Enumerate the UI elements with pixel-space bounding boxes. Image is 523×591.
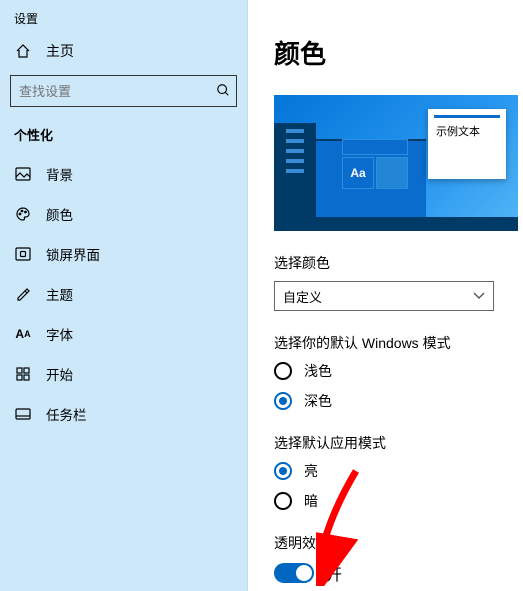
theme-icon: [14, 286, 32, 302]
choose-color-value: 自定义: [283, 287, 322, 306]
sidebar-item-label: 锁屏界面: [46, 244, 100, 264]
home-link[interactable]: 主页: [0, 31, 247, 71]
radio-label: 亮: [304, 461, 318, 481]
sidebar-item-label: 任务栏: [46, 404, 87, 424]
sidebar-item-label: 开始: [46, 364, 73, 384]
windows-mode-dark[interactable]: 深色: [274, 391, 523, 411]
color-preview: Aa 示例文本: [274, 95, 518, 231]
start-icon: [14, 367, 32, 381]
preview-window: 示例文本: [428, 109, 506, 179]
page-title: 颜色: [274, 34, 523, 71]
radio-label: 浅色: [304, 361, 332, 381]
search-container: [10, 75, 237, 107]
app-mode-label: 选择默认应用模式: [274, 433, 523, 453]
font-icon: AA: [14, 327, 32, 341]
radio-label: 暗: [304, 491, 318, 511]
home-icon: [14, 43, 32, 59]
sidebar-item-taskbar[interactable]: 任务栏: [0, 394, 247, 434]
picture-icon: [14, 167, 32, 181]
sidebar-item-label: 主题: [46, 284, 73, 304]
transparency-state: 开: [326, 561, 342, 585]
category-label: 个性化: [0, 117, 247, 154]
main-content: 颜色 Aa 示例文本 选择颜色 自定义 选择你的默认 Windows 模式: [248, 0, 523, 591]
search-input[interactable]: [11, 84, 210, 99]
preview-accent-tile: Aa: [342, 157, 374, 189]
sidebar-item-colors[interactable]: 颜色: [0, 194, 247, 234]
app-title: 设置: [0, 8, 247, 31]
radio-icon-checked: [274, 392, 292, 410]
home-label: 主页: [46, 41, 74, 61]
transparency-label: 透明效果: [274, 533, 523, 553]
sidebar-item-label: 字体: [46, 324, 73, 344]
transparency-toggle[interactable]: [274, 563, 314, 583]
app-mode-dark[interactable]: 暗: [274, 491, 523, 511]
search-box[interactable]: [10, 75, 237, 107]
sidebar-item-lockscreen[interactable]: 锁屏界面: [0, 234, 247, 274]
accent-tile-label: Aa: [350, 166, 365, 180]
choose-color-label: 选择颜色: [274, 253, 523, 273]
sidebar-item-fonts[interactable]: AA 字体: [0, 314, 247, 354]
radio-icon: [274, 492, 292, 510]
radio-icon-checked: [274, 462, 292, 480]
preview-taskbar: [274, 217, 518, 231]
chevron-down-icon: [473, 289, 485, 303]
preview-tile: [376, 157, 408, 189]
radio-icon: [274, 362, 292, 380]
app-mode-light[interactable]: 亮: [274, 461, 523, 481]
sidebar-item-themes[interactable]: 主题: [0, 274, 247, 314]
palette-icon: [14, 206, 32, 222]
preview-sidestrip: [274, 123, 316, 231]
radio-label: 深色: [304, 391, 332, 411]
taskbar-icon: [14, 408, 32, 420]
preview-tile: [342, 139, 408, 155]
search-icon: [210, 83, 236, 100]
sidebar-item-background[interactable]: 背景: [0, 154, 247, 194]
transparency-row: 开: [274, 561, 523, 585]
sidebar-item-label: 背景: [46, 164, 73, 184]
windows-mode-label: 选择你的默认 Windows 模式: [274, 333, 523, 353]
sample-text: 示例文本: [436, 123, 480, 139]
windows-mode-light[interactable]: 浅色: [274, 361, 523, 381]
sidebar-item-label: 颜色: [46, 204, 73, 224]
choose-color-combo[interactable]: 自定义: [274, 281, 494, 311]
sidebar-item-start[interactable]: 开始: [0, 354, 247, 394]
lockscreen-icon: [14, 247, 32, 261]
sidebar: 设置 主页 个性化: [0, 0, 248, 591]
